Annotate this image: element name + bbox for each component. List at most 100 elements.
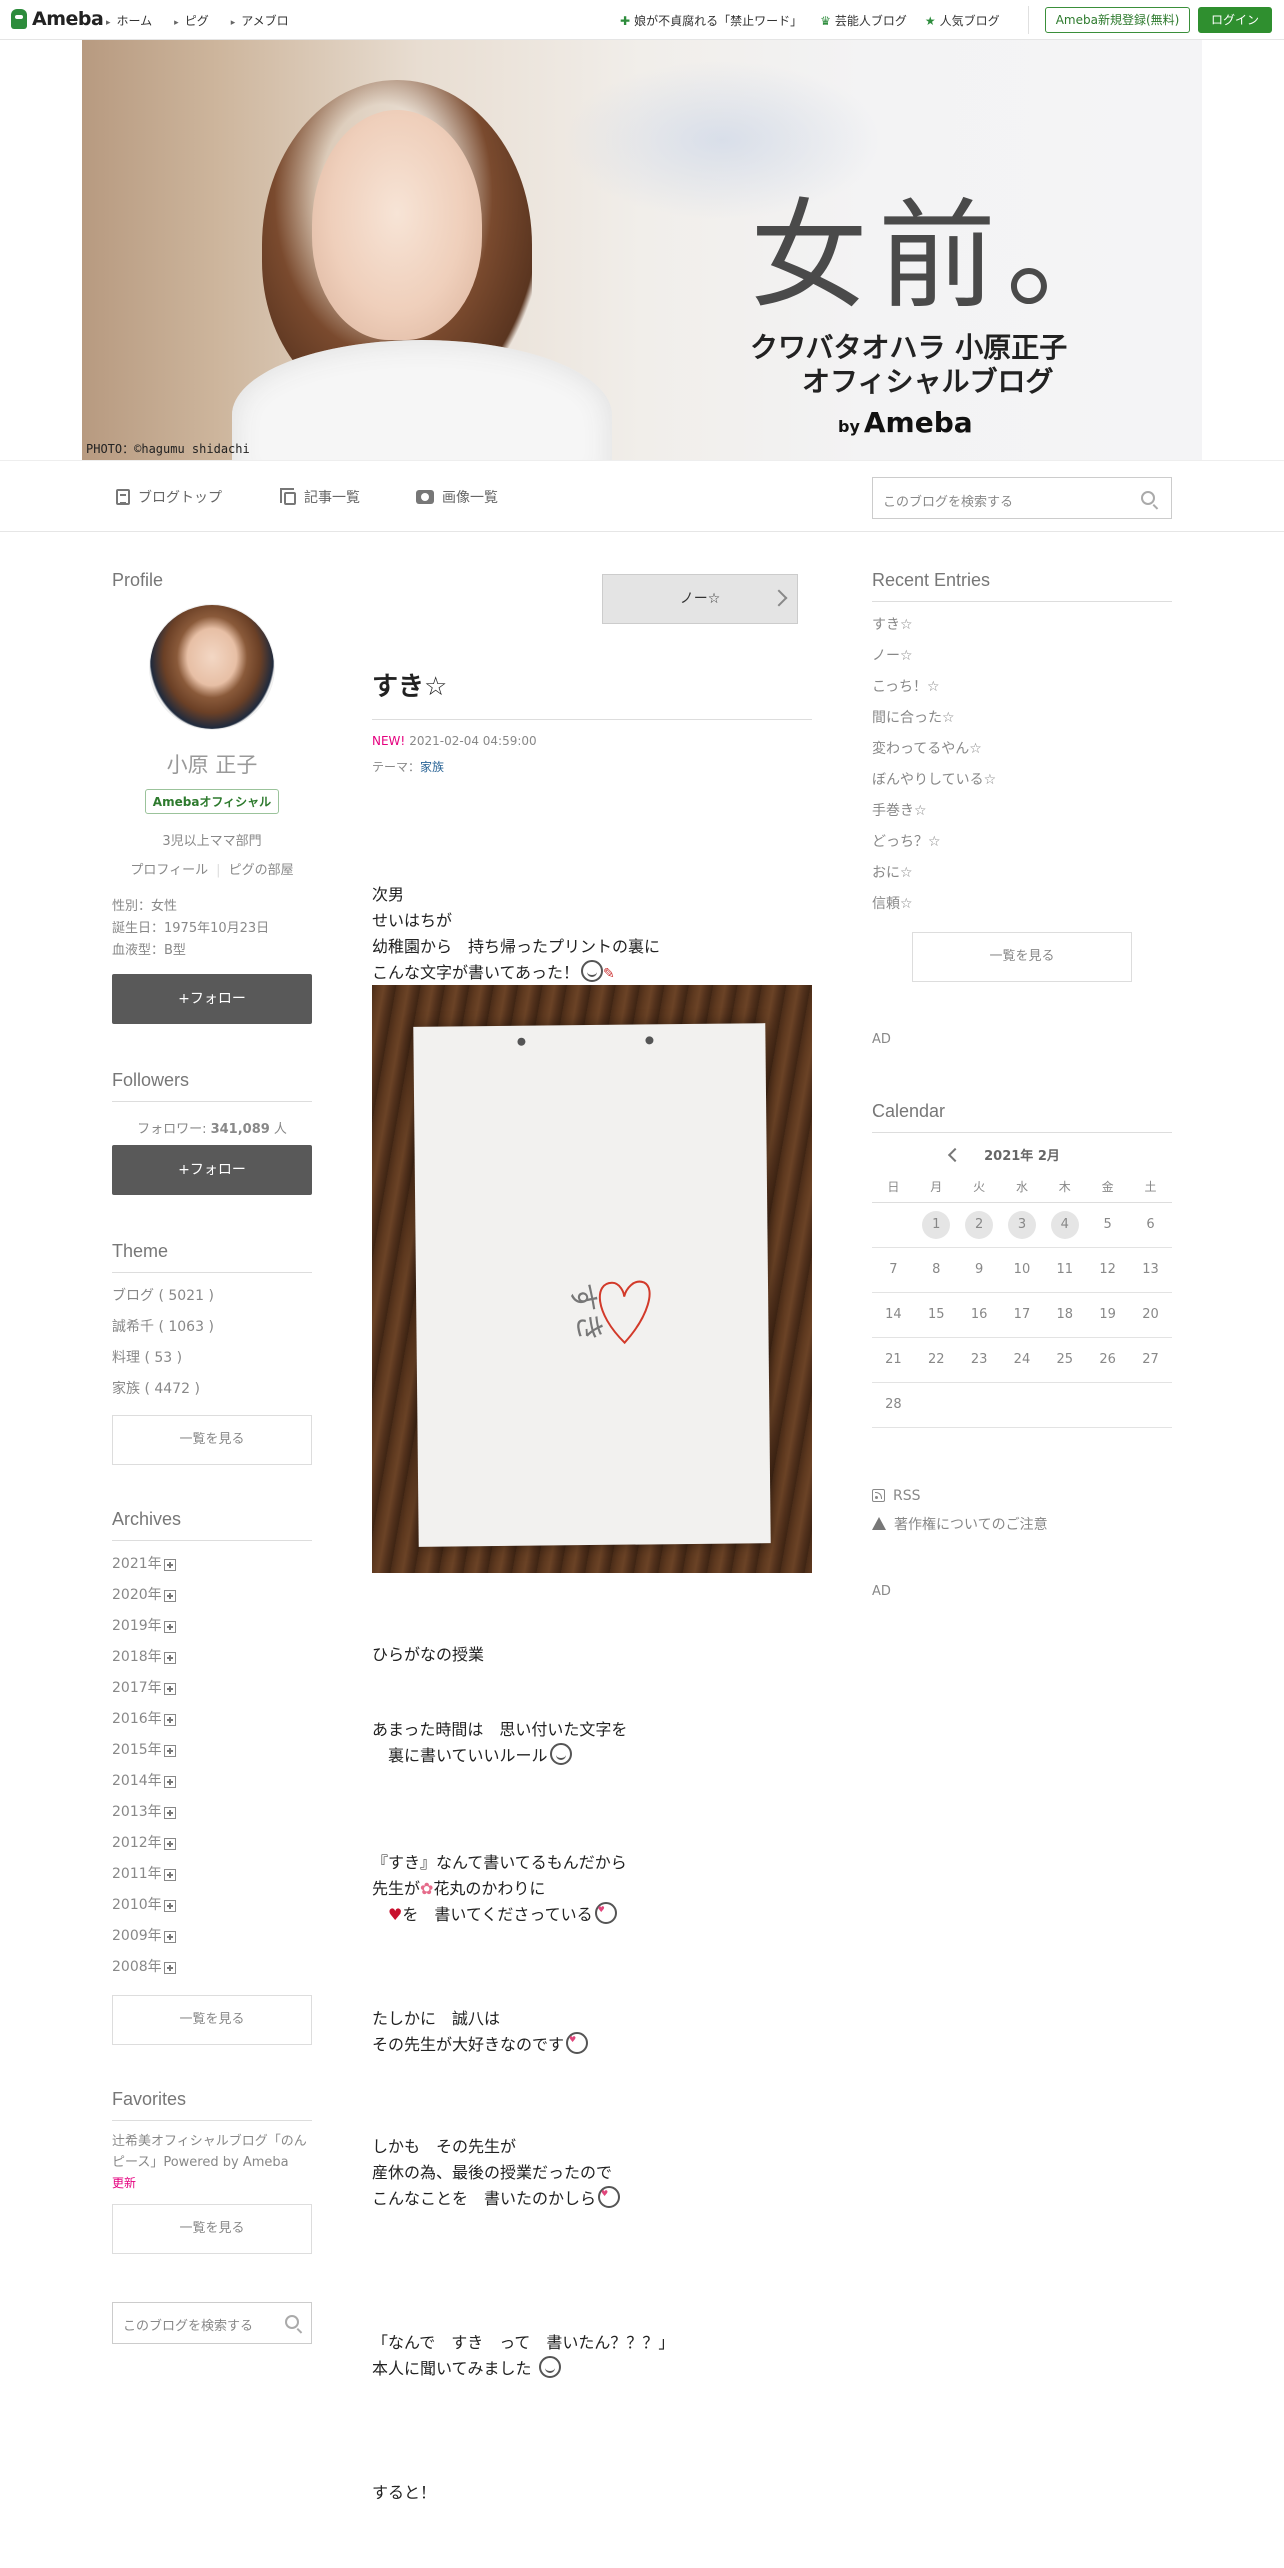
archive-year-item[interactable]: 2013年 [112, 1797, 312, 1828]
calendar-day-with-posts[interactable]: 4 [1050, 1210, 1079, 1239]
global-header: Ameba ホーム ピグ アメブロ ✚娘が不貞腐れる「禁止ワード」 ♛芸能人ブロ… [0, 0, 1284, 40]
archive-year-item[interactable]: 2021年 [112, 1549, 312, 1580]
archive-year-item[interactable]: 2017年 [112, 1673, 312, 1704]
calendar-cell: 23 [957, 1337, 1001, 1383]
calendar-cell: 5 [1086, 1202, 1130, 1248]
recent-entry-link[interactable]: こっち！☆ [872, 672, 1172, 703]
recent-entry-link[interactable]: ノー☆ [872, 641, 1172, 672]
profile-link[interactable]: プロフィール [130, 863, 208, 878]
rss-link[interactable]: RSS [872, 1488, 1172, 1504]
calendar-cell: 16 [957, 1292, 1001, 1338]
ameba-logo[interactable]: Ameba [10, 7, 104, 31]
nav-pig-link[interactable]: ピグ [174, 12, 209, 29]
recent-more-button[interactable]: 一覧を見る [912, 932, 1132, 982]
expand-plus-icon[interactable] [163, 1775, 176, 1788]
entry-paragraph-2: ひらがなの授業 [372, 1645, 485, 1664]
expand-plus-icon[interactable] [163, 1651, 176, 1664]
archive-year-label: 2012年 [112, 1835, 162, 1851]
recent-entry-link[interactable]: すき☆ [872, 610, 1172, 641]
entry-title[interactable]: すき☆ [372, 666, 812, 720]
celebrity-blog-link[interactable]: ♛ 芸能人ブログ [820, 12, 907, 29]
expand-plus-icon[interactable] [163, 1558, 176, 1571]
promo-link-1[interactable]: ✚ 娘が不貞腐れる「禁止ワード」 [620, 12, 802, 29]
pig-room-link[interactable]: ピグの部屋 [229, 863, 294, 878]
search-icon[interactable] [1141, 491, 1155, 505]
expand-plus-icon[interactable] [163, 1806, 176, 1819]
entry-theme-link[interactable]: 家族 [420, 760, 444, 774]
search-icon[interactable] [285, 2315, 299, 2329]
entry-photo[interactable]: すき [372, 985, 812, 1573]
blog-search-input[interactable]: このブログを検索する [872, 477, 1172, 519]
expand-plus-icon[interactable] [163, 1744, 176, 1757]
archive-year-item[interactable]: 2010年 [112, 1890, 312, 1921]
calendar-day: 9 [974, 1261, 984, 1277]
login-button[interactable]: ログイン [1198, 7, 1272, 33]
archive-year-item[interactable]: 2008年 [112, 1952, 312, 1983]
favorite-item[interactable]: 辻希美オフィシャルブログ「のんピース」Powered by Ameba 更新 [112, 2131, 312, 2194]
nav-ameblo-link[interactable]: アメブロ [231, 12, 288, 29]
image-list-link[interactable]: 画像一覧 [416, 487, 498, 507]
recent-entry-link[interactable]: どっち？☆ [872, 827, 1172, 858]
recent-entry-link[interactable]: ぼんやりしている☆ [872, 765, 1172, 796]
theme-more-button[interactable]: 一覧を見る [112, 1415, 312, 1465]
calendar-weekday: 土 [1129, 1172, 1172, 1203]
expand-plus-icon[interactable] [163, 1713, 176, 1726]
calendar-day-with-posts[interactable]: 1 [922, 1210, 951, 1239]
calendar-day: 10 [1013, 1261, 1031, 1277]
favorites-more-button[interactable]: 一覧を見る [112, 2204, 312, 2254]
next-entry-button[interactable]: ノー☆ [602, 574, 798, 624]
expand-plus-icon[interactable] [163, 1837, 176, 1850]
theme-item[interactable]: ブログ ( 5021 ) [112, 1281, 312, 1312]
archive-year-item[interactable]: 2014年 [112, 1766, 312, 1797]
calendar-day-with-posts[interactable]: 2 [965, 1210, 994, 1239]
expand-plus-icon[interactable] [163, 1620, 176, 1633]
nav-home-link[interactable]: ホーム [106, 12, 153, 29]
recent-entry-link[interactable]: 変わってるやん☆ [872, 734, 1172, 765]
archive-year-item[interactable]: 2012年 [112, 1828, 312, 1859]
celebrity-blog-label: 芸能人ブログ [834, 14, 907, 28]
copyright-notice-label: 著作権についてのご注意 [894, 1516, 1048, 1533]
expand-plus-icon[interactable] [163, 1961, 176, 1974]
archive-year-item[interactable]: 2016年 [112, 1704, 312, 1735]
archive-year-item[interactable]: 2011年 [112, 1859, 312, 1890]
calendar-heading: Calendar [872, 1101, 1172, 1133]
follow-button-2[interactable]: +フォロー [112, 1145, 312, 1195]
theme-item[interactable]: 料理 ( 53 ) [112, 1343, 312, 1374]
archive-year-item[interactable]: 2018年 [112, 1642, 312, 1673]
calendar-cell: 7 [872, 1247, 915, 1293]
register-button[interactable]: Ameba新規登録(無料) [1045, 7, 1190, 33]
archive-year-item[interactable]: 2019年 [112, 1611, 312, 1642]
chevron-left-icon[interactable] [948, 1147, 963, 1162]
right-sidebar: Recent Entries すき☆ ノー☆ こっち！☆ 間に合った☆ 変わってるやん☆… [872, 570, 1172, 1599]
love-eyes-emoji-icon [598, 2186, 621, 2208]
archive-year-item[interactable]: 2009年 [112, 1921, 312, 1952]
profile-category[interactable]: 3児以上ママ部門 [112, 830, 312, 849]
archive-year-item[interactable]: 2015年 [112, 1735, 312, 1766]
expand-plus-icon[interactable] [163, 1589, 176, 1602]
profile-name[interactable]: 小原 正子 [112, 749, 312, 779]
entry-paragraph-7: 「なんで すき って 書いたん？？？」 本人に聞いてみました [372, 2330, 674, 2382]
sidebar-search-input[interactable]: このブログを検索する [112, 2302, 312, 2344]
theme-item[interactable]: 家族 ( 4472 ) [112, 1374, 312, 1405]
avatar[interactable] [150, 605, 274, 729]
archives-more-button[interactable]: 一覧を見る [112, 1995, 312, 2045]
recent-entry-link[interactable]: おに☆ [872, 858, 1172, 889]
blog-top-link[interactable]: ブログトップ [116, 487, 222, 507]
follow-button[interactable]: +フォロー [112, 974, 312, 1024]
entry-list-link[interactable]: 記事一覧 [280, 487, 360, 507]
recent-entry-link[interactable]: 手巻き☆ [872, 796, 1172, 827]
archive-year-item[interactable]: 2020年 [112, 1580, 312, 1611]
recent-entry-link[interactable]: 間に合った☆ [872, 703, 1172, 734]
expand-plus-icon[interactable] [163, 1868, 176, 1881]
calendar-header: 2021年 2月 [872, 1145, 1172, 1164]
blog-header-image[interactable]: 女前。 クワバタオハラ 小原正子 オフィシャルブログ by Ameba PHOTO… [82, 40, 1202, 460]
recent-entry-link[interactable]: 信頼☆ [872, 889, 1172, 920]
calendar-day-with-posts[interactable]: 3 [1007, 1210, 1036, 1239]
theme-item[interactable]: 誠希千 ( 1063 ) [112, 1312, 312, 1343]
popular-blog-link[interactable]: ★ 人気ブログ [925, 12, 1000, 29]
expand-plus-icon[interactable] [163, 1930, 176, 1943]
expand-plus-icon[interactable] [163, 1899, 176, 1912]
official-badge[interactable]: Amebaオフィシャル [145, 789, 279, 814]
copyright-notice-link[interactable]: 著作権についてのご注意 [872, 1514, 1172, 1534]
expand-plus-icon[interactable] [163, 1682, 176, 1695]
